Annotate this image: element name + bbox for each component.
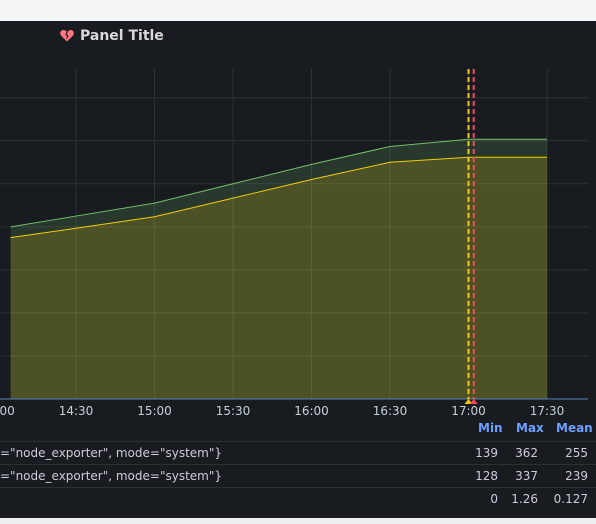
legend-header-max[interactable]: Max	[516, 421, 544, 439]
x-axis: 16:00 14:30 15:00 15:30 16:00 16:30 17:00 17:30	[0, 404, 564, 418]
graph-panel: Panel Title 16:0014:3015:0015:3016:0016:…	[0, 21, 596, 518]
x-tick-label: 17:30	[530, 404, 565, 418]
bottom-bar	[0, 518, 596, 524]
x-tick-label: 15:00	[137, 404, 172, 418]
legend-max-value: 362	[515, 446, 538, 460]
legend-row[interactable]: ="node_exporter", mode="system"} 139 362…	[0, 441, 596, 464]
legend-min-value: 139	[475, 446, 498, 460]
legend-mean-value: 255	[565, 446, 588, 460]
x-tick-label: 14:30	[59, 404, 94, 418]
legend-header-mean[interactable]: Mean	[556, 421, 593, 439]
legend-min-value: 0	[490, 492, 498, 506]
legend-header-min[interactable]: Min	[478, 421, 503, 439]
legend-mean-value: 0.127	[553, 492, 588, 506]
legend-series-name[interactable]: ="node_exporter", mode="system"}	[0, 469, 222, 483]
x-tick-label: 16:30	[373, 404, 408, 418]
legend-row[interactable]: 0 1.26 0.127	[0, 487, 596, 510]
legend-row[interactable]: ="node_exporter", mode="system"} 128 337…	[0, 464, 596, 487]
x-tick-label: 15:30	[216, 404, 251, 418]
legend-max-value: 1.26	[511, 492, 538, 506]
x-tick-label: 17:00	[451, 404, 486, 418]
x-tick-label: 16:00	[294, 404, 329, 418]
series-area-2	[10, 157, 548, 399]
x-tick-label: 16:00	[0, 404, 15, 418]
time-series-chart[interactable]: 16:00 14:30 15:00 15:30 16:00 16:30 17:00 17:30	[0, 21, 596, 421]
legend-mean-value: 239	[565, 469, 588, 483]
legend-min-value: 128	[475, 469, 498, 483]
top-bar	[0, 0, 596, 21]
legend-max-value: 337	[515, 469, 538, 483]
series-layer	[0, 138, 588, 400]
legend-series-name[interactable]: ="node_exporter", mode="system"}	[0, 446, 222, 460]
